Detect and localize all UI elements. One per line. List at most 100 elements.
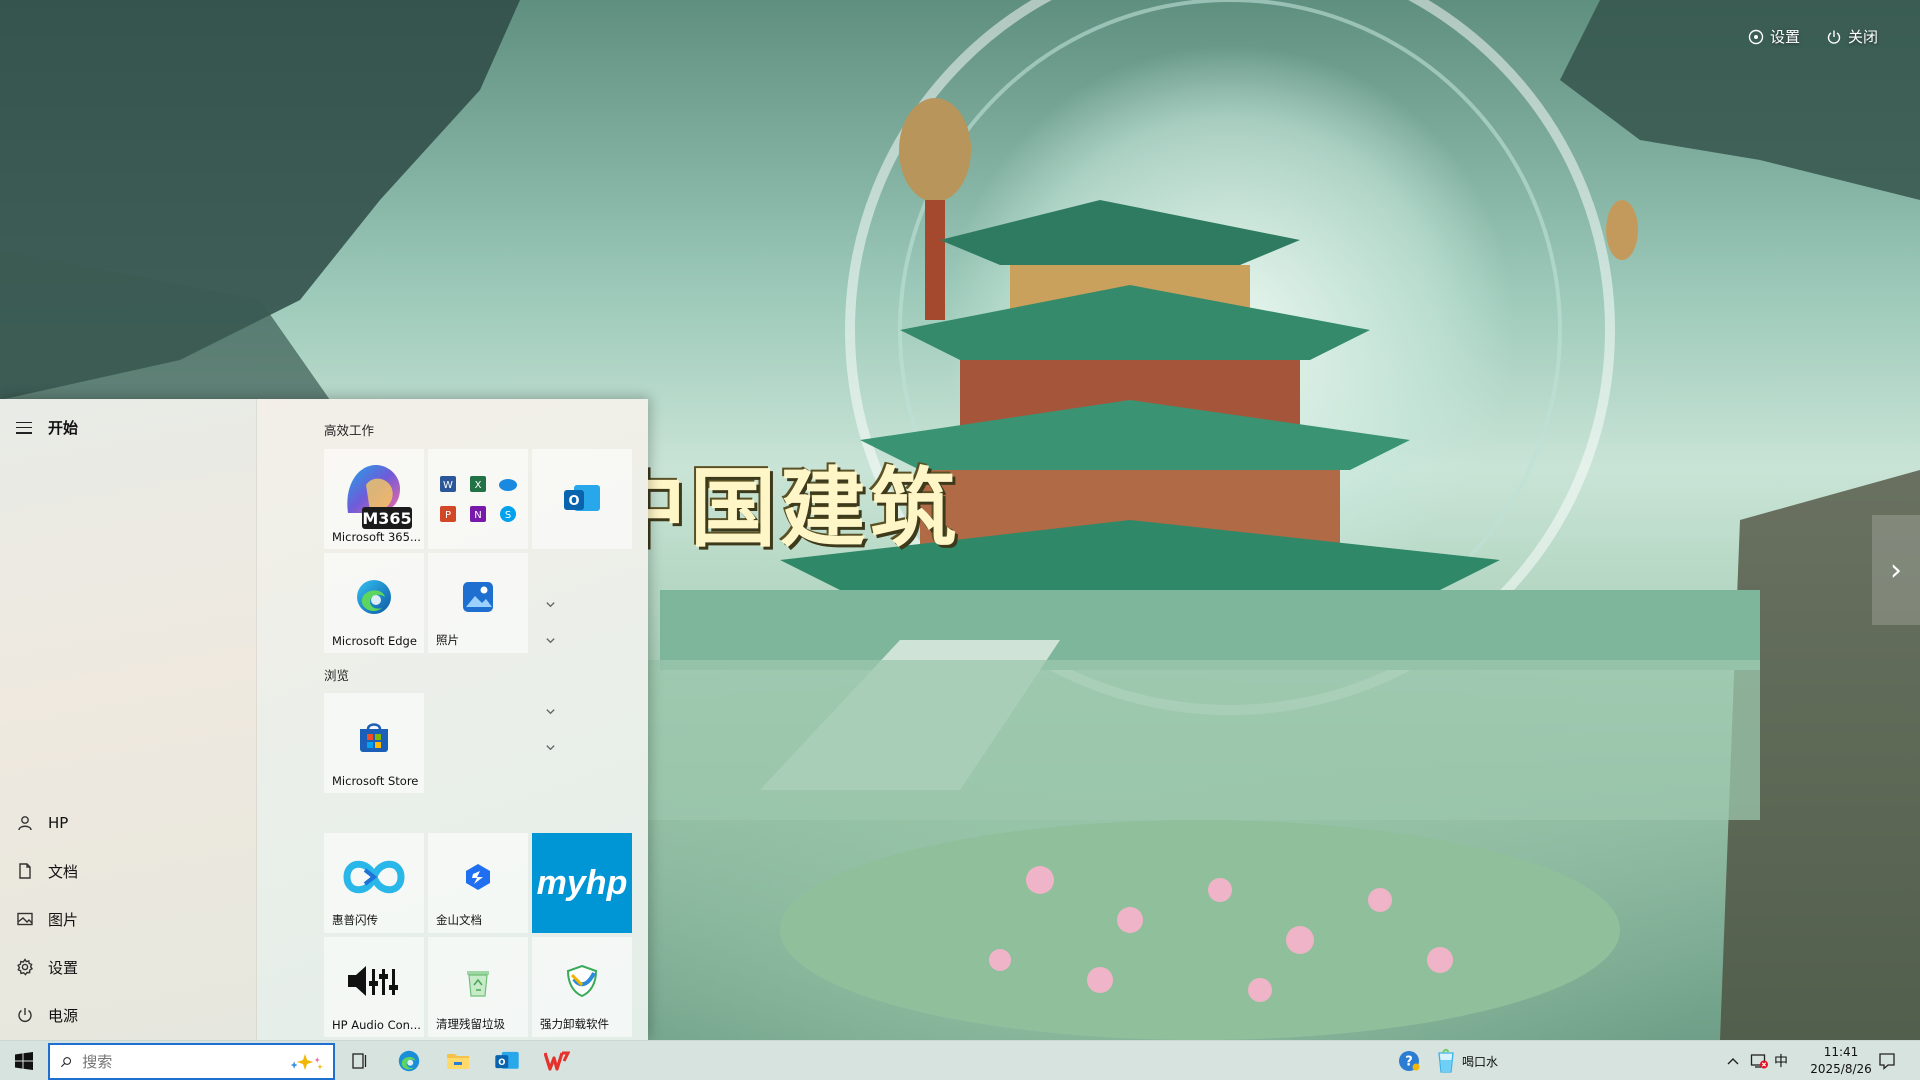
tile-cleaner[interactable]: 清理残留垃圾 xyxy=(428,937,528,1037)
spotlight-close-label: 关闭 xyxy=(1848,28,1879,46)
chevron-down-icon xyxy=(545,708,555,714)
tile-outlook[interactable]: O xyxy=(532,449,632,549)
taskbar-edge-button[interactable] xyxy=(385,1041,433,1080)
group-collapse-button[interactable] xyxy=(541,631,559,649)
svg-text:X: X xyxy=(475,480,482,491)
start-menu: 开始 HP 文档 图片 设置 电源 高效工作 浏览 M365 Microsoft… xyxy=(0,399,648,1040)
sidebar-item-power[interactable]: 电源 xyxy=(16,995,246,1035)
store-icon xyxy=(360,723,388,752)
tile-hp-flash-transfer[interactable]: 惠普闪传 xyxy=(324,833,424,933)
show-hidden-icons-button[interactable] xyxy=(1726,1041,1740,1080)
sidebar-item-settings[interactable]: 设置 xyxy=(16,947,246,987)
microsoft-365-icon: M365 xyxy=(347,465,412,529)
help-icon: ? xyxy=(1399,1051,1420,1071)
group-collapse-button[interactable] xyxy=(541,738,559,756)
start-menu-header[interactable]: 开始 xyxy=(16,417,78,438)
task-view-button[interactable] xyxy=(336,1041,384,1080)
start-header-label: 开始 xyxy=(48,419,79,437)
svg-text:S: S xyxy=(505,510,511,521)
spotlight-settings-button[interactable]: 设置 xyxy=(1748,26,1800,47)
tile-label: 惠普闪传 xyxy=(332,913,378,927)
next-image-button[interactable]: › xyxy=(1872,515,1920,625)
tile-label: 照片 xyxy=(436,633,459,647)
outlook-icon: O xyxy=(495,1051,519,1069)
notification-center-button[interactable] xyxy=(1878,1041,1896,1080)
picture-icon xyxy=(17,912,33,926)
sparkle-icon xyxy=(290,1053,323,1070)
taskbar-search-box[interactable] xyxy=(48,1043,335,1080)
tile-kingsoft-docs[interactable]: 金山文档 xyxy=(428,833,528,933)
notification-icon xyxy=(1879,1053,1895,1070)
tile-office-apps-folder[interactable]: W X P N S xyxy=(428,449,528,549)
tray-help-widget[interactable]: ? xyxy=(1398,1041,1420,1080)
sidebar-item-label: 电源 xyxy=(48,1006,79,1025)
tile-label: 清理残留垃圾 xyxy=(436,1017,505,1031)
user-icon xyxy=(18,816,32,831)
outlook-icon: O xyxy=(564,485,600,511)
gear-icon xyxy=(17,958,34,976)
chevron-down-icon xyxy=(545,637,555,643)
group-collapse-button[interactable] xyxy=(541,595,559,613)
m365-badge: M365 xyxy=(362,509,411,528)
spotlight-close-button[interactable]: 关闭 xyxy=(1826,26,1878,47)
tile-label: HP Audio Con... xyxy=(332,1018,420,1032)
hamburger-menu-icon xyxy=(16,421,32,434)
tray-app-label: 喝口水 xyxy=(1462,1054,1499,1069)
sidebar-item-label: 设置 xyxy=(48,958,79,977)
folder-icon xyxy=(447,1053,469,1069)
taskbar-outlook-button[interactable]: O xyxy=(483,1041,531,1080)
edge-icon xyxy=(357,580,391,614)
tile-uninstaller[interactable]: 强力卸载软件 xyxy=(532,937,632,1037)
sidebar-item-pictures[interactable]: 图片 xyxy=(16,899,246,939)
office-apps-folder-icon: W X P N S xyxy=(440,476,517,522)
sidebar-item-label: 文档 xyxy=(48,862,79,881)
chevron-right-icon: › xyxy=(1890,552,1902,588)
taskbar-clock[interactable]: 11:41 2025/8/26 xyxy=(1806,1044,1876,1078)
tile-label: 强力卸载软件 xyxy=(540,1017,609,1031)
clock-date: 2025/8/26 xyxy=(1810,1062,1872,1076)
search-input[interactable] xyxy=(82,1052,277,1071)
group-title-browse: 浏览 xyxy=(324,668,350,683)
tile-microsoft-store[interactable]: Microsoft Store xyxy=(324,693,424,793)
chevron-up-icon xyxy=(1727,1058,1739,1065)
clock-time: 11:41 xyxy=(1823,1045,1859,1059)
group-title-productivity: 高效工作 xyxy=(324,423,375,438)
search-icon xyxy=(60,1056,72,1067)
input-method-indicator[interactable]: 中 xyxy=(1774,1041,1788,1080)
windows-start-button[interactable] xyxy=(0,1041,48,1080)
spotlight-caption: 中国建筑 xyxy=(600,458,960,559)
power-icon xyxy=(1827,30,1841,44)
taskbar-file-explorer-button[interactable] xyxy=(434,1041,482,1080)
myhp-logo: myhp xyxy=(536,863,628,902)
photos-icon xyxy=(463,582,493,612)
group-collapse-button[interactable] xyxy=(541,702,559,720)
sidebar-item-user[interactable]: HP xyxy=(16,803,246,843)
sidebar-item-label: 图片 xyxy=(48,910,79,929)
network-warning-icon xyxy=(1750,1054,1768,1069)
spotlight-settings-label: 设置 xyxy=(1770,28,1801,46)
sidebar-item-label: HP xyxy=(48,814,69,832)
edge-icon xyxy=(398,1050,420,1071)
tile-photos[interactable]: 照片 xyxy=(428,553,528,653)
network-status-icon-button[interactable] xyxy=(1750,1041,1768,1080)
task-view-icon xyxy=(352,1052,367,1069)
shield-icon xyxy=(566,964,598,998)
tile-hp-audio-control[interactable]: HP Audio Con... xyxy=(324,937,424,1037)
taskbar-wps-button[interactable] xyxy=(533,1041,581,1080)
tile-label: Microsoft Edge xyxy=(332,634,417,648)
tile-microsoft-365[interactable]: M365 Microsoft 365... xyxy=(324,449,424,549)
tile-myhp[interactable]: myhp xyxy=(532,833,632,933)
svg-text:N: N xyxy=(474,510,481,521)
sidebar-item-documents[interactable]: 文档 xyxy=(16,851,246,891)
windows-logo-icon xyxy=(15,1051,33,1070)
tile-microsoft-edge[interactable]: Microsoft Edge xyxy=(324,553,424,653)
tile-label: Microsoft Store xyxy=(332,774,419,788)
tray-drink-water-widget[interactable]: 喝口水 xyxy=(1436,1041,1498,1080)
chevron-down-icon xyxy=(545,744,555,750)
settings-icon xyxy=(1748,29,1764,44)
svg-text:P: P xyxy=(445,510,451,521)
start-menu-tiles: 高效工作 浏览 M365 Microsoft 365... W X P N S … xyxy=(257,399,648,1040)
taskbar: O ? 喝口水 中 xyxy=(0,1040,1920,1080)
svg-text:O: O xyxy=(568,494,579,509)
svg-text:?: ? xyxy=(1405,1055,1413,1070)
